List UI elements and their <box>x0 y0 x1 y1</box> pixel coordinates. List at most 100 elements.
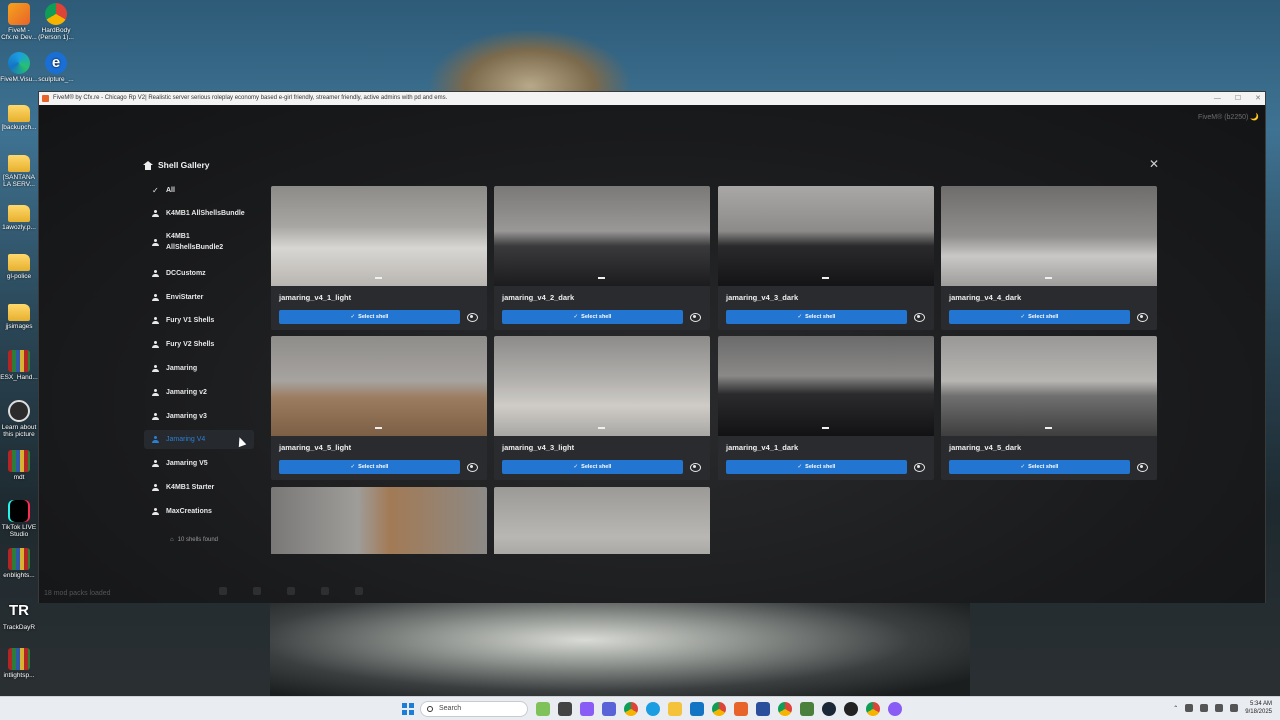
outlook-icon[interactable] <box>690 702 704 716</box>
desktop-icon-sculpture[interactable]: e sculpture_... <box>37 52 75 83</box>
menu-icon[interactable] <box>253 587 261 595</box>
desktop-icon-tiktok[interactable]: TikTok LIVE Studio <box>0 500 38 539</box>
category-item[interactable]: K4MB1 AllShellsBundle2 <box>144 230 254 254</box>
microphone-icon[interactable] <box>1185 704 1194 712</box>
taskbar-search[interactable]: Search <box>420 701 528 717</box>
learn-icon <box>8 400 30 422</box>
preview-eye-icon[interactable] <box>690 313 701 322</box>
category-item[interactable]: DCCustomz <box>144 266 254 280</box>
minimize-button[interactable]: — <box>1214 92 1221 105</box>
desktop-icon-folder[interactable]: jjsimages <box>0 300 38 330</box>
desktop-icon-hardbody[interactable]: HardBody (Person 1)... <box>37 3 75 42</box>
select-shell-button[interactable]: ✓ Select shell <box>949 310 1130 324</box>
app-icon[interactable] <box>844 702 858 716</box>
winrar-icon <box>8 450 30 472</box>
shell-thumbnail[interactable] <box>271 487 487 554</box>
select-shell-button[interactable]: ✓ Select shell <box>502 310 683 324</box>
preview-eye-icon[interactable] <box>467 463 478 472</box>
desktop-icon-learn[interactable]: Learn about this picture <box>0 400 38 439</box>
desktop-icon-folder[interactable]: [SANTANA LA SERV... <box>0 151 38 189</box>
desktop-icon-archive[interactable]: mdt <box>0 450 38 481</box>
app-icon[interactable] <box>756 702 770 716</box>
category-item[interactable]: Jamaring V5 <box>144 456 254 470</box>
steam-icon[interactable] <box>822 702 836 716</box>
preview-eye-icon[interactable] <box>1137 463 1148 472</box>
user-icon <box>152 459 159 467</box>
folder-icon <box>8 205 30 222</box>
shell-thumbnail[interactable] <box>718 336 934 436</box>
gallery-close-button[interactable]: ✕ <box>1148 158 1160 170</box>
battery-icon[interactable] <box>1230 704 1239 712</box>
category-label: Jamaring V4 <box>166 436 206 443</box>
category-item[interactable]: Fury V2 Shells <box>144 337 254 351</box>
desktop-icon-folder[interactable]: [backupch... <box>0 101 38 131</box>
category-all[interactable]: ✓ All <box>144 183 254 197</box>
fivem-icon <box>8 3 30 25</box>
desktop-icon-fivem[interactable]: FiveM - Cfx.re Dev... <box>0 3 38 42</box>
shell-thumbnail[interactable] <box>941 186 1157 286</box>
category-label: K4MB1 AllShellsBundle <box>166 209 245 217</box>
select-shell-button[interactable]: ✓ Select shell <box>726 310 907 324</box>
category-item[interactable]: K4MB1 AllShellsBundle <box>144 206 254 220</box>
widgets-icon[interactable] <box>536 702 550 716</box>
menu-icon[interactable] <box>321 587 329 595</box>
category-item[interactable]: Jamaring v2 <box>144 385 254 399</box>
desktop-icon-folder[interactable]: 1awozly.p... <box>0 201 38 231</box>
edge-icon[interactable] <box>646 702 660 716</box>
category-item[interactable]: Jamaring <box>144 361 254 375</box>
shell-thumbnail[interactable] <box>718 186 934 286</box>
desktop-icon-archive[interactable]: enblights... <box>0 548 38 579</box>
select-shell-button[interactable]: ✓ Select shell <box>279 460 460 474</box>
desktop-icon-archive[interactable]: ESX_Hand... <box>0 350 38 381</box>
shell-thumbnail[interactable] <box>494 487 710 554</box>
window-close-button[interactable]: ✕ <box>1255 92 1261 105</box>
file-explorer-icon[interactable] <box>668 702 682 716</box>
start-button[interactable] <box>402 703 414 715</box>
chrome-icon[interactable] <box>624 702 638 716</box>
chrome-icon[interactable] <box>866 702 880 716</box>
menu-icon[interactable] <box>355 587 363 595</box>
preview-eye-icon[interactable] <box>914 313 925 322</box>
chrome-icon[interactable] <box>778 702 792 716</box>
category-item[interactable]: K4MB1 Starter <box>144 480 254 494</box>
category-item[interactable]: Jamaring v3 <box>144 409 254 423</box>
task-view-icon[interactable] <box>558 702 572 716</box>
shell-thumbnail[interactable] <box>494 336 710 436</box>
trackday-icon: TR <box>9 602 29 619</box>
chevron-up-icon[interactable]: ⌃ <box>1173 705 1178 712</box>
network-icon[interactable] <box>1215 704 1224 712</box>
category-item[interactable]: EnviStarter <box>144 290 254 304</box>
desktop-icon-trackday[interactable]: TR TrackDayR <box>0 600 38 631</box>
select-shell-button[interactable]: ✓ Select shell <box>279 310 460 324</box>
select-shell-button[interactable]: ✓ Select shell <box>726 460 907 474</box>
window-titlebar[interactable]: FiveM® by Cfx.re - Chicago Rp V2| Realis… <box>39 92 1265 105</box>
thumbnail-indicator <box>822 427 829 429</box>
category-item[interactable]: Fury V1 Shells <box>144 313 254 327</box>
category-item[interactable]: MaxCreations <box>144 504 254 518</box>
shell-thumbnail[interactable] <box>941 336 1157 436</box>
shell-thumbnail[interactable] <box>271 186 487 286</box>
app-icon[interactable] <box>580 702 594 716</box>
preview-eye-icon[interactable] <box>914 463 925 472</box>
taskbar-apps <box>536 702 902 716</box>
speaker-icon[interactable] <box>1200 704 1209 712</box>
select-shell-button[interactable]: ✓ Select shell <box>502 460 683 474</box>
fivem-icon[interactable] <box>734 702 748 716</box>
select-shell-button[interactable]: ✓ Select shell <box>949 460 1130 474</box>
menu-icon[interactable] <box>287 587 295 595</box>
preview-eye-icon[interactable] <box>467 313 478 322</box>
desktop-icon-folder[interactable]: gl-police <box>0 250 38 280</box>
shell-thumbnail[interactable] <box>271 336 487 436</box>
app-icon[interactable] <box>888 702 902 716</box>
maximize-button[interactable]: ☐ <box>1235 92 1241 105</box>
menu-icon[interactable] <box>219 587 227 595</box>
desktop-icon-fivem-visu[interactable]: FiveM.Visu... <box>0 52 38 83</box>
shell-thumbnail[interactable] <box>494 186 710 286</box>
clock[interactable]: 5:34 AM 9/18/2025 <box>1245 700 1272 716</box>
desktop-icon-archive[interactable]: intlightsp... <box>0 648 38 679</box>
teams-icon[interactable] <box>602 702 616 716</box>
preview-eye-icon[interactable] <box>690 463 701 472</box>
preview-eye-icon[interactable] <box>1137 313 1148 322</box>
app-icon[interactable] <box>800 702 814 716</box>
chrome-icon[interactable] <box>712 702 726 716</box>
